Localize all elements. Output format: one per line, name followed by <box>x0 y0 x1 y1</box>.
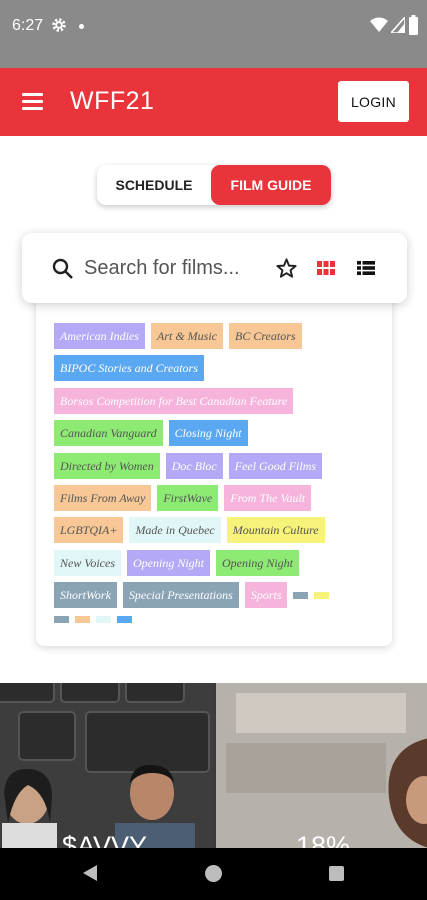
category-swatch[interactable] <box>54 616 69 624</box>
person-left-image <box>2 768 57 848</box>
status-bar: 6:27 <box>0 0 427 68</box>
notification-dot-icon <box>79 24 84 29</box>
search-icon <box>52 258 73 279</box>
category-tag[interactable]: Directed by Women <box>54 452 160 479</box>
category-tags: American Indies Art & Music BC Creators BIP… <box>54 323 384 631</box>
category-tag[interactable]: New Voices <box>54 549 121 576</box>
featured-films-carousel[interactable]: $AVVY 18% <box>0 683 427 848</box>
tag-row: American Indies Art & Music BC Creators <box>54 323 384 349</box>
category-tag[interactable]: Sports <box>244 582 288 609</box>
schedule-tab[interactable]: SCHEDULE <box>97 165 211 205</box>
category-swatch[interactable] <box>75 616 90 624</box>
hero-right-text: 18% <box>296 831 351 848</box>
category-tag[interactable]: Closing Night <box>168 420 248 447</box>
category-tag[interactable]: Opening Night <box>216 549 299 576</box>
search-input[interactable] <box>84 254 264 282</box>
tag-row: Films From Away FirstWave From The Vault <box>54 484 384 511</box>
grid-view-icon[interactable] <box>317 261 335 275</box>
tag-row: Borsos Competition for Best Canadian Fea… <box>54 387 384 414</box>
category-tag[interactable]: Made in Quebec <box>129 517 221 544</box>
category-tag[interactable]: BC Creators <box>228 323 302 349</box>
featured-film-image[interactable]: $AVVY <box>0 683 214 848</box>
category-tag[interactable]: Canadian Vanguard <box>54 420 163 447</box>
tag-row: New Voices Opening Night Opening Night <box>54 549 384 576</box>
category-tag[interactable]: Doc Bloc <box>165 452 223 479</box>
category-tag[interactable]: Special Presentations <box>122 582 239 609</box>
menu-icon[interactable] <box>22 90 48 114</box>
home-icon[interactable] <box>205 865 222 882</box>
featured-film-image-2[interactable]: 18% <box>216 683 427 848</box>
category-swatch[interactable] <box>314 591 330 599</box>
system-nav-bar <box>0 848 427 900</box>
category-swatch[interactable] <box>117 616 132 624</box>
category-tag[interactable]: BIPOC Stories and Creators <box>54 355 204 382</box>
signal-icon <box>391 17 405 33</box>
category-swatch[interactable] <box>96 616 111 624</box>
app-title: WFF21 <box>70 87 155 115</box>
person-edge-image <box>388 738 427 848</box>
gear-icon <box>52 18 66 32</box>
search-bar <box>22 233 407 303</box>
view-toggle: SCHEDULE FILM GUIDE <box>97 165 331 205</box>
back-icon[interactable] <box>82 864 98 882</box>
category-tag[interactable]: Opening Night <box>127 549 210 576</box>
status-time: 6:27 <box>12 17 44 34</box>
tag-row: LGBTQIA+ Made in Quebec Mountain Culture <box>54 517 384 544</box>
recent-apps-icon[interactable] <box>329 866 344 881</box>
category-tag[interactable]: LGBTQIA+ <box>54 517 124 544</box>
category-tag[interactable]: From The Vault <box>224 484 312 511</box>
category-swatch[interactable] <box>293 591 309 599</box>
tag-row: Canadian Vanguard Closing Night <box>54 420 384 447</box>
wifi-icon <box>370 17 388 32</box>
tag-row: Directed by Women Doc Bloc Feel Good Films <box>54 452 384 479</box>
film-guide-tab[interactable]: FILM GUIDE <box>211 165 331 205</box>
app-screen: 6:27 WFF21 LOGIN SCHEDULE FILM GUIDE Sea… <box>0 0 427 900</box>
category-tag[interactable]: Borsos Competition for Best Canadian Fea… <box>54 387 294 414</box>
category-tag[interactable]: Films From Away <box>54 484 152 511</box>
battery-icon <box>409 15 418 35</box>
login-button[interactable]: LOGIN <box>338 81 409 122</box>
list-view-icon[interactable] <box>357 261 375 275</box>
category-tag[interactable]: Feel Good Films <box>228 452 323 479</box>
category-tag[interactable]: Mountain Culture <box>226 517 325 544</box>
hero-left-text: $AVVY <box>62 831 148 848</box>
tag-row: BIPOC Stories and Creators <box>54 355 384 382</box>
tag-row: ShortWork Special Presentations Sports <box>54 582 384 609</box>
star-icon[interactable] <box>275 257 298 280</box>
app-bar: WFF21 LOGIN <box>0 68 427 136</box>
tag-row <box>54 615 384 625</box>
category-tag[interactable]: Art & Music <box>150 323 223 349</box>
category-tag[interactable]: ShortWork <box>54 582 117 609</box>
category-tag[interactable]: FirstWave <box>157 484 219 511</box>
category-tag[interactable]: American Indies <box>54 323 145 349</box>
